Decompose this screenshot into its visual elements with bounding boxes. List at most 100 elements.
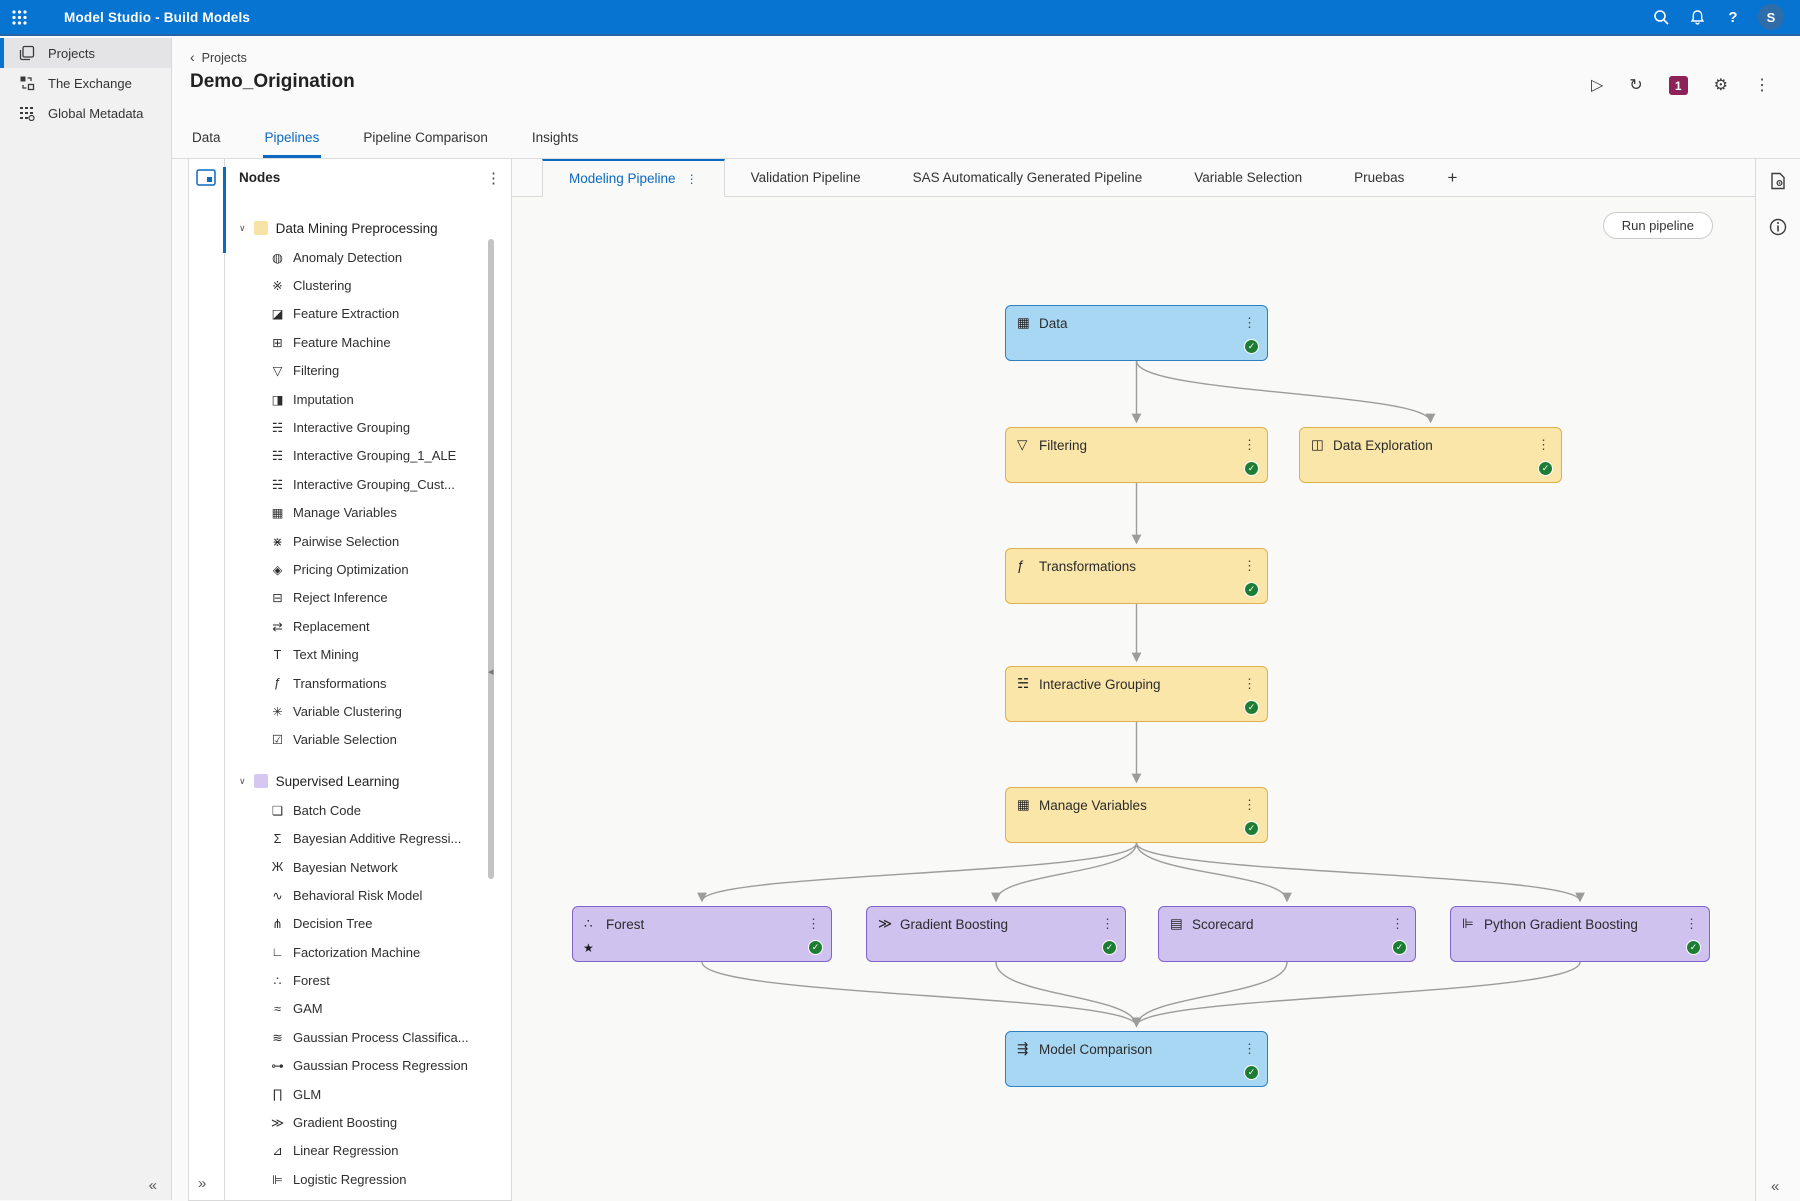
- help-icon[interactable]: ?: [1722, 6, 1744, 28]
- info-icon[interactable]: [1768, 217, 1788, 237]
- refresh-icon[interactable]: ↻: [1629, 78, 1642, 94]
- node-type-icon: ≋: [269, 1030, 286, 1045]
- sidebar-item-the-exchange[interactable]: The Exchange: [0, 68, 171, 98]
- palette-item-anomaly-detection[interactable]: ◍ Anomaly Detection: [225, 243, 511, 271]
- palette-item-reject-inference[interactable]: ⊟ Reject Inference: [225, 584, 511, 612]
- palette-item-transformations[interactable]: ƒ Transformations: [225, 669, 511, 697]
- node-type-icon: ƒ: [269, 676, 286, 690]
- search-icon[interactable]: [1650, 6, 1672, 28]
- palette-group-data-mining-preprocessing[interactable]: ∨ Data Mining Preprocessing: [225, 213, 511, 243]
- nodes-panel-menu-icon[interactable]: ⋮: [486, 169, 501, 187]
- workspace: » Nodes ⋮ ∨ Data Mining Preprocessing ◍ …: [172, 158, 1800, 1200]
- run-pipeline-button[interactable]: Run pipeline: [1603, 212, 1713, 239]
- sidebar-item-projects[interactable]: Projects: [0, 38, 171, 68]
- palette-item-clustering[interactable]: ※ Clustering: [225, 271, 511, 299]
- palette-item-feature-extraction[interactable]: ◪ Feature Extraction: [225, 300, 511, 328]
- sidebar-collapse-icon[interactable]: «: [149, 1177, 157, 1194]
- palette-item-label: Feature Machine: [293, 335, 391, 350]
- palette-item-pricing-optimization[interactable]: ◈ Pricing Optimization: [225, 555, 511, 583]
- palette-item-filtering[interactable]: ▽ Filtering: [225, 357, 511, 385]
- palette-item-forest[interactable]: ∴ Forest: [225, 966, 511, 994]
- palette-item-interactive-grouping-cust[interactable]: ☵ Interactive Grouping_Cust...: [225, 470, 511, 498]
- palette-item-factorization-machine[interactable]: ∟ Factorization Machine: [225, 938, 511, 966]
- right-rail-collapse-icon[interactable]: «: [1771, 1178, 1779, 1195]
- pipeline-node-scorecard[interactable]: ▤ Scorecard ⋮ ✓: [1158, 906, 1416, 962]
- palette-item-pairwise-selection[interactable]: ⋇ Pairwise Selection: [225, 527, 511, 555]
- palette-item-decision-tree[interactable]: ⋔ Decision Tree: [225, 910, 511, 938]
- palette-item-replacement[interactable]: ⇄ Replacement: [225, 612, 511, 640]
- palette-group-label: Supervised Learning: [276, 774, 400, 789]
- node-menu-icon[interactable]: ⋮: [1243, 676, 1256, 692]
- palette-item-variable-selection[interactable]: ☑ Variable Selection: [225, 726, 511, 754]
- palette-item-variable-clustering[interactable]: ✳ Variable Clustering: [225, 697, 511, 725]
- palette-item-bayesian-network[interactable]: Ж Bayesian Network: [225, 853, 511, 881]
- node-menu-icon[interactable]: ⋮: [1391, 916, 1404, 932]
- node-menu-icon[interactable]: ⋮: [1243, 1041, 1256, 1057]
- sidebar-item-global-metadata[interactable]: Global Metadata: [0, 98, 171, 128]
- node-menu-icon[interactable]: ⋮: [807, 916, 820, 932]
- pipeline-node-model-comparison[interactable]: ⇶ Model Comparison ⋮ ✓: [1005, 1031, 1268, 1087]
- status-success-icon: ✓: [808, 940, 823, 955]
- notifications-icon[interactable]: [1686, 6, 1708, 28]
- node-label: Transformations: [1039, 559, 1136, 574]
- pipeline-node-python-gradient-boosting[interactable]: ⊫ Python Gradient Boosting ⋮ ✓: [1450, 906, 1710, 962]
- node-label: Forest: [606, 917, 644, 932]
- notification-count-badge[interactable]: 1: [1669, 76, 1688, 95]
- node-menu-icon[interactable]: ⋮: [1243, 797, 1256, 813]
- palette-item-feature-machine[interactable]: ⊞ Feature Machine: [225, 328, 511, 356]
- settings-gear-icon[interactable]: ⚙: [1714, 78, 1728, 94]
- node-type-icon: ▦: [269, 505, 286, 520]
- palette-scrollbar[interactable]: [488, 239, 494, 879]
- app-sidebar: Projects The Exchange Global Metadata «: [0, 38, 172, 1200]
- palette-item-gaussian-process-classifica[interactable]: ≋ Gaussian Process Classifica...: [225, 1023, 511, 1051]
- tab-insights[interactable]: Insights: [530, 122, 581, 158]
- node-type-icon: ≈: [269, 1002, 286, 1016]
- tab-pipelines[interactable]: Pipelines: [263, 122, 322, 158]
- pipeline-node-forest[interactable]: ∴ Forest ⋮ ★ ✓: [572, 906, 832, 962]
- palette-item-batch-code[interactable]: ❏ Batch Code: [225, 796, 511, 824]
- pipeline-node-filtering[interactable]: ▽ Filtering ⋮ ✓: [1005, 427, 1268, 483]
- pipeline-node-gradient-boosting[interactable]: ≫ Gradient Boosting ⋮ ✓: [866, 906, 1126, 962]
- palette-item-gam[interactable]: ≈ GAM: [225, 995, 511, 1023]
- status-success-icon: ✓: [1244, 339, 1259, 354]
- pipeline-node-interactive-grouping[interactable]: ☵ Interactive Grouping ⋮ ✓: [1005, 666, 1268, 722]
- node-menu-icon[interactable]: ⋮: [1243, 437, 1256, 453]
- run-project-icon[interactable]: ▷: [1591, 78, 1603, 94]
- app-switcher-icon[interactable]: [0, 0, 38, 35]
- project-tabs: Data Pipelines Pipeline Comparison Insig…: [190, 122, 580, 158]
- palette-expand-icon[interactable]: »: [198, 1175, 206, 1192]
- palette-group-supervised-learning[interactable]: ∨ Supervised Learning: [225, 766, 511, 796]
- palette-item-bayesian-additive-regressi[interactable]: Σ Bayesian Additive Regressi...: [225, 824, 511, 852]
- pipeline-node-data[interactable]: ▦ Data ⋮ ✓: [1005, 305, 1268, 361]
- palette-item-glm[interactable]: ∏ GLM: [225, 1080, 511, 1108]
- palette-item-interactive-grouping-1-ale[interactable]: ☵ Interactive Grouping_1_ALE: [225, 442, 511, 470]
- node-label: Data Exploration: [1333, 438, 1433, 453]
- user-avatar[interactable]: S: [1758, 4, 1784, 30]
- page-header: ‹Projects Demo_Origination ▷ ↻ 1 ⚙ ⋮ Dat…: [172, 38, 1800, 158]
- node-menu-icon[interactable]: ⋮: [1243, 558, 1256, 574]
- nodes-panel-toggle-icon[interactable]: [196, 169, 216, 186]
- node-menu-icon[interactable]: ⋮: [1685, 916, 1698, 932]
- tab-data[interactable]: Data: [190, 122, 223, 158]
- pipeline-node-transformations[interactable]: ƒ Transformations ⋮ ✓: [1005, 548, 1268, 604]
- palette-item-gradient-boosting[interactable]: ≫ Gradient Boosting: [225, 1108, 511, 1136]
- palette-item-behavioral-risk-model[interactable]: ∿ Behavioral Risk Model: [225, 881, 511, 909]
- pipeline-node-data-exploration[interactable]: ◫ Data Exploration ⋮ ✓: [1299, 427, 1562, 483]
- palette-collapse-handle[interactable]: ◂: [488, 665, 494, 678]
- node-menu-icon[interactable]: ⋮: [1101, 916, 1114, 932]
- more-options-icon[interactable]: ⋮: [1754, 78, 1770, 94]
- palette-item-imputation[interactable]: ◨ Imputation: [225, 385, 511, 413]
- tab-pipeline-comparison[interactable]: Pipeline Comparison: [361, 122, 490, 158]
- sidebar-item-label: The Exchange: [48, 76, 132, 91]
- pipeline-properties-icon[interactable]: [1768, 171, 1788, 191]
- palette-item-interactive-grouping[interactable]: ☵ Interactive Grouping: [225, 413, 511, 441]
- node-menu-icon[interactable]: ⋮: [1243, 315, 1256, 331]
- pipeline-node-manage-variables[interactable]: ▦ Manage Variables ⋮ ✓: [1005, 787, 1268, 843]
- palette-item-linear-regression[interactable]: ⊿ Linear Regression: [225, 1137, 511, 1165]
- palette-item-text-mining[interactable]: T Text Mining: [225, 640, 511, 668]
- palette-item-logistic-regression[interactable]: ⊫ Logistic Regression: [225, 1165, 511, 1193]
- palette-item-gaussian-process-regression[interactable]: ⊶ Gaussian Process Regression: [225, 1052, 511, 1080]
- palette-item-manage-variables[interactable]: ▦ Manage Variables: [225, 499, 511, 527]
- breadcrumb[interactable]: ‹Projects: [190, 49, 247, 65]
- node-menu-icon[interactable]: ⋮: [1537, 437, 1550, 453]
